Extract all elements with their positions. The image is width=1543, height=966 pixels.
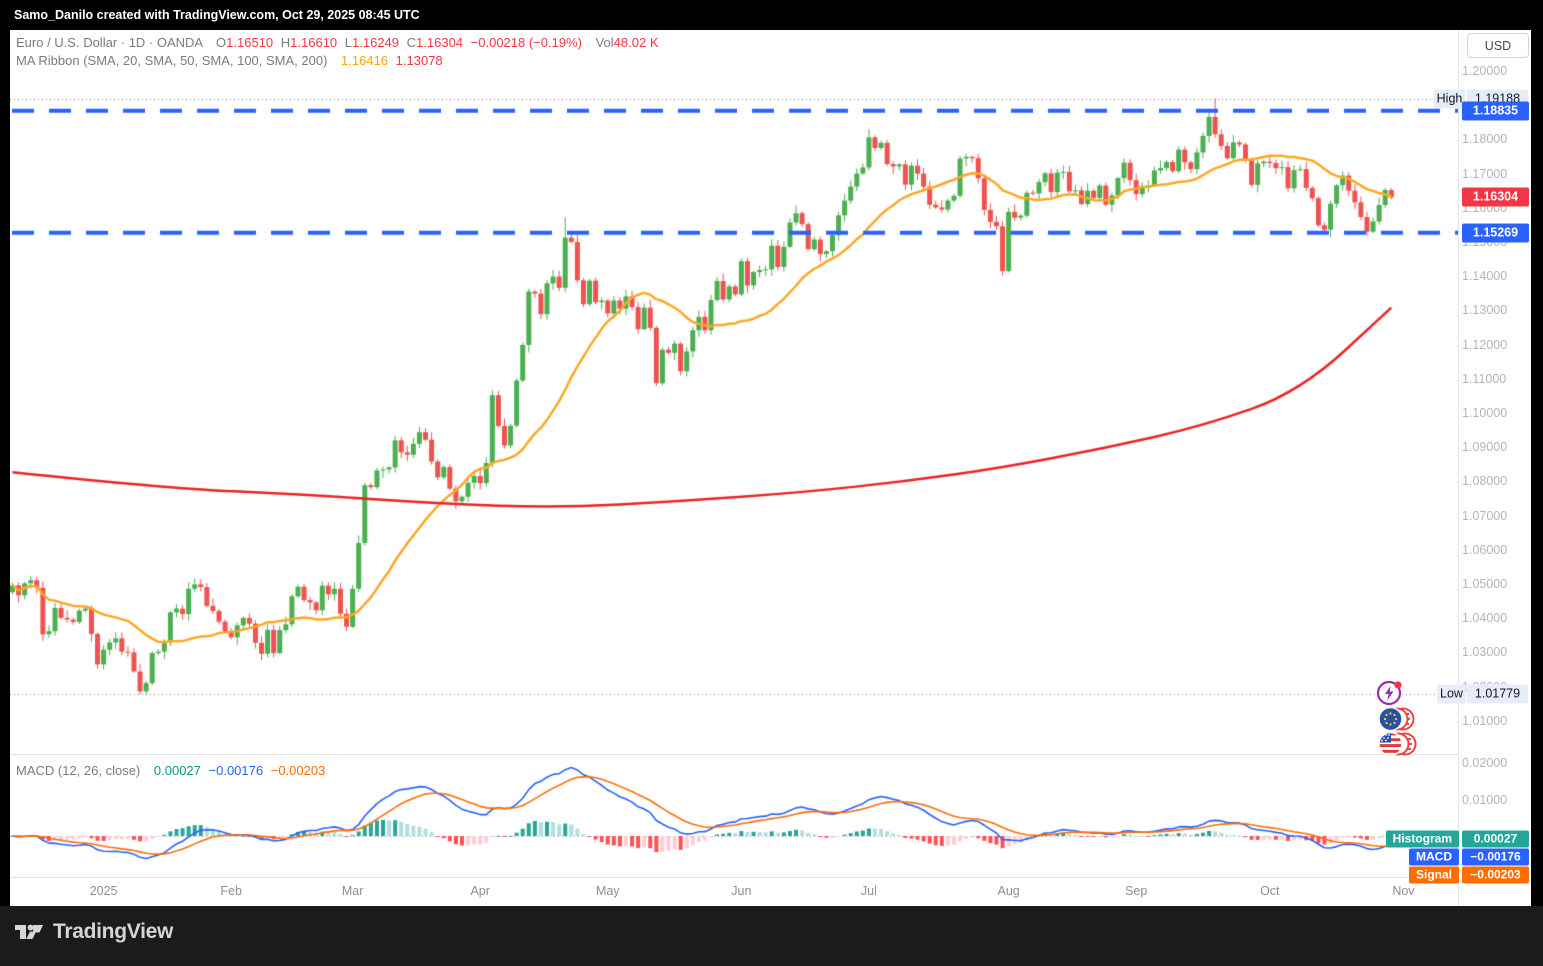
- price-tick-label: 1.13000: [1462, 303, 1508, 318]
- signal-badge-label: Signal: [1408, 866, 1459, 884]
- low-label: L: [344, 35, 353, 50]
- panel-separator[interactable]: [10, 754, 1531, 755]
- price-tick-label: 1.04000: [1462, 611, 1508, 626]
- high-tag: High: [1434, 89, 1465, 109]
- volume-value: 48.02 K: [613, 35, 659, 50]
- time-axis-label: Mar: [341, 884, 364, 898]
- change-value: −0.00218 (−0.19%): [470, 35, 582, 50]
- attribution-bar: Samo_Danilo created with TradingView.com…: [0, 0, 1543, 30]
- macd-signal-value: −0.00203: [270, 763, 326, 778]
- price-tick-label: 1.07000: [1462, 508, 1508, 523]
- price-tick-label: 1.11000: [1462, 371, 1507, 386]
- price-tick-label: 1.18000: [1462, 132, 1508, 147]
- low-value-tag: 1.01779: [1467, 684, 1528, 704]
- time-axis-label: Oct: [1260, 884, 1280, 898]
- low-tag: Low: [1437, 684, 1466, 704]
- macd-badge-label: MACD: [1409, 848, 1459, 866]
- histogram-badge-label: Histogram: [1385, 830, 1459, 848]
- brand-text: TradingView: [53, 920, 174, 943]
- ma-ribbon-legend-row: MA Ribbon (SMA, 20, SMA, 50, SMA, 100, S…: [16, 53, 443, 68]
- time-axis-label: Jul: [860, 884, 877, 898]
- volume-label: Vol: [595, 35, 614, 50]
- macd-legend-title: MACD (12, 26, close): [16, 763, 141, 778]
- sma20-value: 1.16416: [341, 53, 389, 68]
- signal-badge-value: −0.00203: [1462, 866, 1529, 884]
- price-scale[interactable]: [1459, 30, 1531, 906]
- attribution-text: Samo_Danilo created with TradingView.com…: [14, 8, 420, 22]
- time-axis-label: Aug: [997, 884, 1020, 898]
- tradingview-logo[interactable]: TradingView: [14, 920, 173, 944]
- support-price-badge: 1.15269: [1462, 223, 1529, 243]
- time-axis-label: Feb: [220, 884, 242, 898]
- close-value: 1.16304: [416, 35, 464, 50]
- ma-ribbon-title: MA Ribbon (SMA, 20, SMA, 50, SMA, 100, S…: [16, 53, 328, 68]
- price-tick-label: 1.01000: [1462, 713, 1508, 728]
- time-axis-label: Jun: [731, 884, 752, 898]
- time-axis-label: May: [595, 884, 620, 898]
- price-tick-label: 1.17000: [1462, 166, 1508, 181]
- tradingview-logo-icon: [15, 924, 43, 939]
- time-axis-label: 2025: [89, 884, 118, 898]
- price-tick-label: 1.14000: [1462, 269, 1508, 284]
- open-value: 1.16510: [226, 35, 274, 50]
- time-axis-label: Apr: [470, 884, 490, 898]
- last-price-badge: 1.16304: [1462, 187, 1529, 207]
- high-value: 1.16610: [290, 35, 338, 50]
- price-chart-canvas[interactable]: [10, 30, 1458, 754]
- low-value: 1.16249: [352, 35, 400, 50]
- price-tick-label: 1.08000: [1462, 474, 1508, 489]
- price-tick-label: 1.06000: [1462, 542, 1508, 557]
- macd-hist-value: 0.00027: [153, 763, 201, 778]
- time-axis-label: Nov: [1392, 884, 1415, 898]
- price-tick-label: 1.03000: [1462, 645, 1508, 660]
- price-tick-label: 1.20000: [1462, 64, 1508, 78]
- price-tick-label: 1.10000: [1462, 406, 1508, 420]
- macd-legend-row: MACD (12, 26, close) 0.00027 −0.00176 −0…: [16, 763, 325, 778]
- price-tick-label: 1.09000: [1462, 440, 1508, 455]
- symbol-title: Euro / U.S. Dollar · 1D · OANDA: [16, 35, 203, 50]
- histogram-badge-value: 0.00027: [1462, 830, 1529, 848]
- macd-line-value: −0.00176: [208, 763, 264, 778]
- resistance-price-badge: 1.18835: [1462, 101, 1529, 121]
- us-flag-event-icon[interactable]: [1378, 731, 1418, 763]
- open-label: O: [216, 35, 227, 50]
- price-tick-label: 1.05000: [1462, 577, 1508, 591]
- time-axis-label: Sep: [1125, 884, 1148, 898]
- footer-band: TradingView: [0, 906, 1543, 966]
- macd-tick-label: 0.02000: [1462, 756, 1508, 771]
- sma200-value: 1.13078: [395, 53, 443, 68]
- tradingview-snapshot: Samo_Danilo created with TradingView.com…: [0, 0, 1543, 966]
- macd-badge-value: −0.00176: [1462, 848, 1529, 866]
- symbol-legend-row: Euro / U.S. Dollar · 1D · OANDA O1.16510…: [16, 35, 659, 50]
- price-tick-label: 1.12000: [1462, 337, 1508, 352]
- macd-tick-label: 0.01000: [1462, 792, 1508, 807]
- currency-toggle-button[interactable]: USD: [1467, 33, 1529, 58]
- high-label: H: [280, 35, 291, 50]
- close-label: C: [406, 35, 417, 50]
